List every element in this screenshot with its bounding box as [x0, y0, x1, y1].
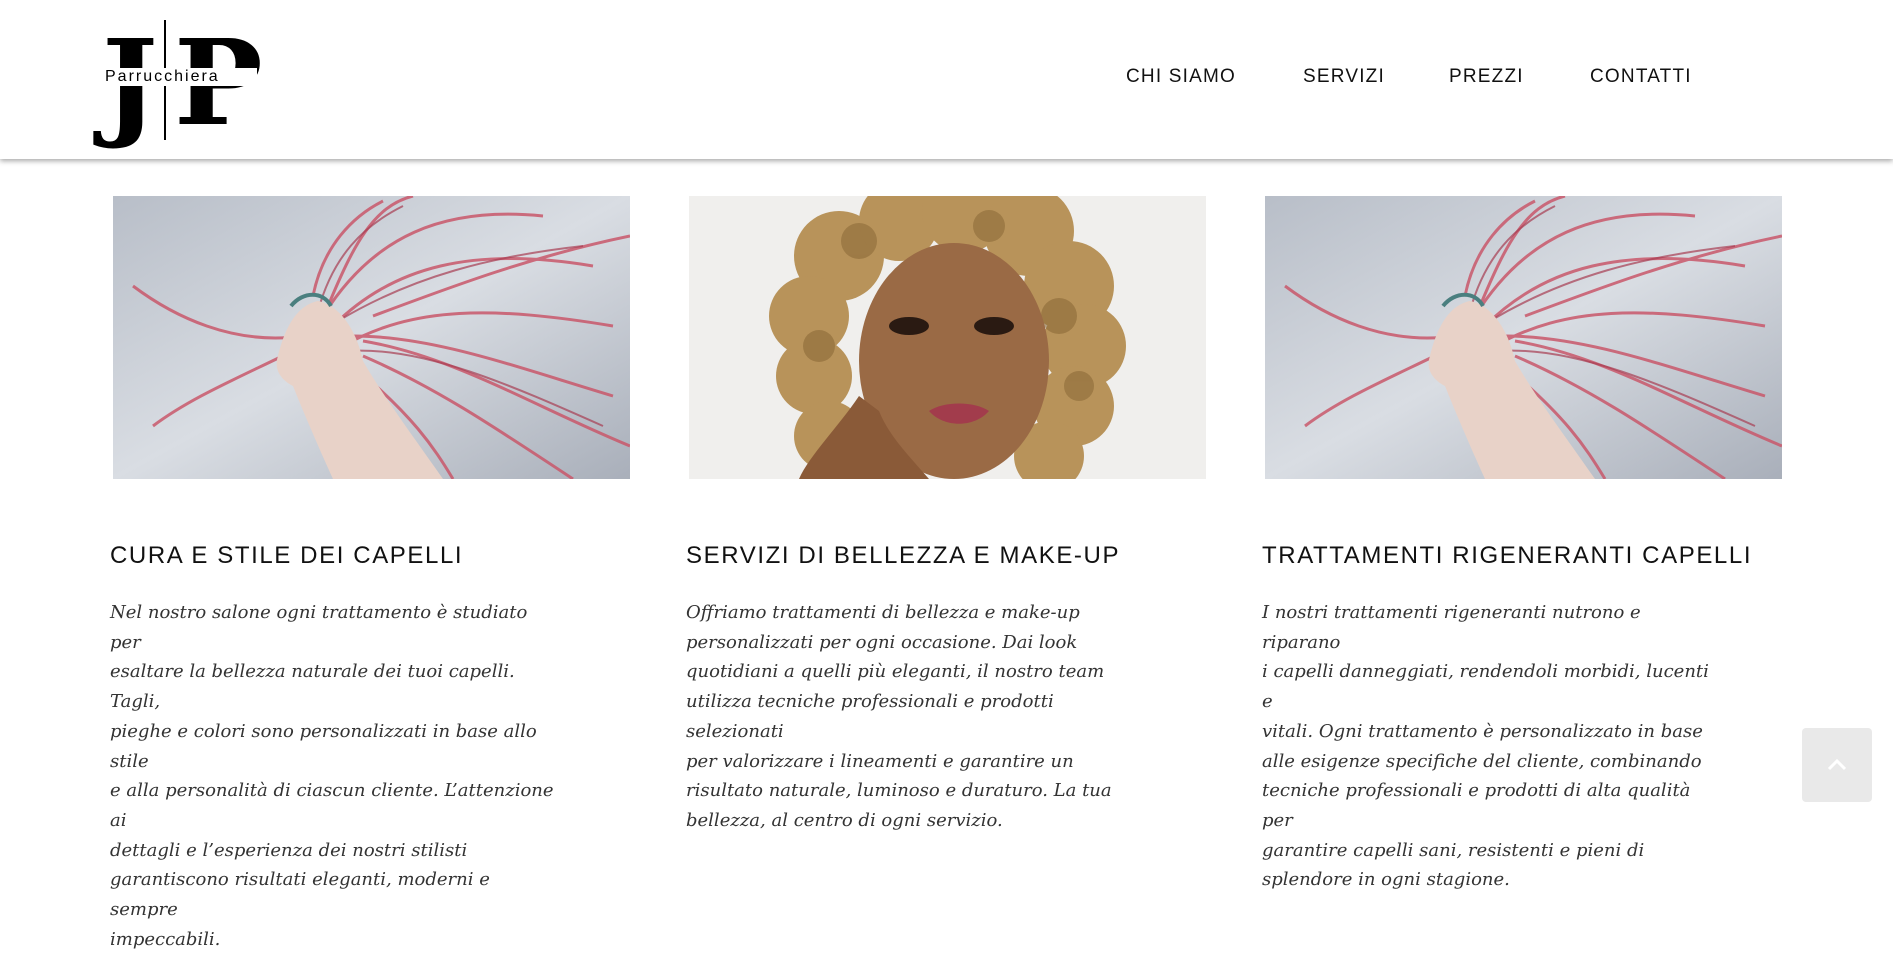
text-line: utilizza tecniche professionali e prodot… — [686, 691, 1054, 742]
chevron-up-icon — [1827, 758, 1847, 771]
card-text-bellezza-makeup: Offriamo trattamenti di bellezza e make-… — [686, 598, 1136, 836]
card-text-cura-stile: Nel nostro salone ogni trattamento è stu… — [110, 598, 560, 954]
text-line: per valorizzare i lineamenti e garantire… — [686, 750, 1074, 772]
text-line: splendore in ogni stagione. — [1262, 869, 1510, 891]
text-line: bellezza, al centro di ogni servizio. — [686, 809, 1003, 831]
logo-wordmark: Parrucchiera — [103, 68, 257, 86]
scroll-to-top-button[interactable] — [1802, 728, 1872, 802]
card-image-pink-hair-1 — [113, 196, 630, 479]
nav-servizi[interactable]: SERVIZI — [1303, 66, 1385, 88]
card-title-cura-stile: CURA E STILE DEI CAPELLI — [110, 542, 464, 569]
text-line: Nel nostro salone ogni trattamento è stu… — [110, 602, 528, 653]
woman-curly-blonde-hair-photo — [689, 196, 1206, 479]
text-line: dettagli e l’esperienza dei nostri stili… — [110, 839, 468, 861]
text-line: garantire capelli sani, resistenti e pie… — [1262, 839, 1645, 861]
text-line: pieghe e colori sono personalizzati in b… — [110, 720, 537, 772]
card-text-trattamenti: I nostri trattamenti rigeneranti nutrono… — [1262, 598, 1712, 895]
woman-pink-hair-photo — [113, 196, 630, 479]
text-line: vitali. Ogni trattamento è personalizzat… — [1262, 720, 1703, 742]
text-line: e alla personalità di ciascun cliente. L… — [110, 780, 554, 831]
text-line: quotidiani a quelli più eleganti, il nos… — [686, 661, 1105, 683]
nav-chi-siamo[interactable]: CHI SIAMO — [1126, 66, 1236, 88]
text-line: i capelli danneggiati, rendendoli morbid… — [1262, 661, 1709, 713]
card-image-curly-hair — [689, 196, 1206, 479]
nav-prezzi[interactable]: PREZZI — [1449, 66, 1524, 88]
card-title-trattamenti: TRATTAMENTI RIGENERANTI CAPELLI — [1262, 542, 1753, 569]
text-line: personalizzati per ogni occasione. Dai l… — [686, 631, 1078, 653]
card-image-pink-hair-2 — [1265, 196, 1782, 479]
card-title-bellezza-makeup: SERVIZI DI BELLEZZA E MAKE-UP — [686, 542, 1121, 569]
text-line: Offriamo trattamenti di bellezza e make-… — [686, 602, 1080, 623]
text-line: I nostri trattamenti rigeneranti nutrono… — [1262, 602, 1641, 653]
nav-contatti[interactable]: CONTATTI — [1590, 66, 1692, 88]
text-line: impeccabili. — [110, 928, 221, 950]
text-line: alle esigenze specifiche del cliente, co… — [1262, 750, 1702, 772]
woman-pink-hair-photo — [1265, 196, 1782, 479]
site-header: J P Parrucchiera CHI SIAMO SERVIZI PREZZ… — [0, 0, 1893, 159]
text-line: tecniche professionali e prodotti di alt… — [1262, 780, 1691, 831]
text-line: risultato naturale, luminoso e duraturo.… — [686, 780, 1112, 802]
text-line: garantiscono risultati eleganti, moderni… — [110, 869, 490, 921]
text-line: esaltare la bellezza naturale dei tuoi c… — [110, 661, 515, 713]
site-logo[interactable]: J P Parrucchiera — [102, 18, 263, 142]
